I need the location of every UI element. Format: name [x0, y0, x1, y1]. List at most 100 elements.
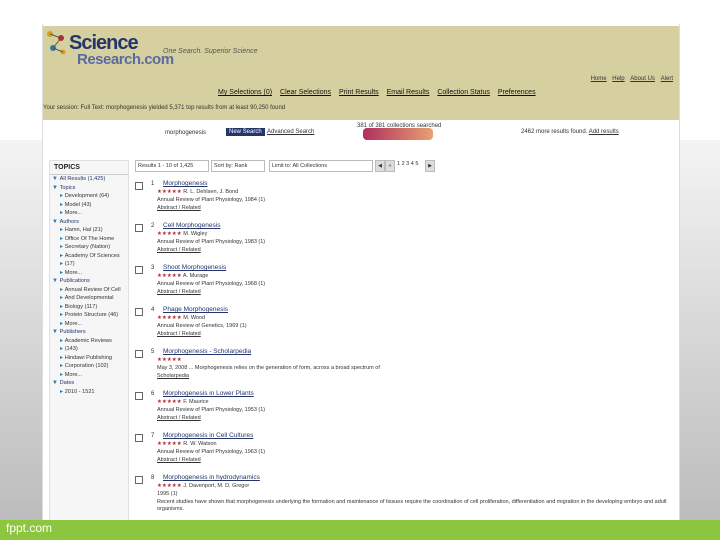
topic-item[interactable]: ▸ More...: [52, 371, 126, 380]
result-details-link[interactable]: Abstract / Related: [157, 289, 201, 295]
new-search-button[interactable]: New Search: [226, 128, 265, 136]
topic-item[interactable]: ▸ Hamn, Hal (21): [52, 226, 126, 235]
topic-item-label: 2010 - 1521: [64, 388, 95, 395]
topic-item[interactable]: ▸ And Developmental: [52, 294, 126, 303]
collection-status-link[interactable]: Collection Status: [437, 89, 490, 96]
result-source: Annual Review of Genetics, 1969 (1): [157, 323, 247, 329]
home-link[interactable]: Home: [591, 76, 607, 82]
results-toolbar: Results 1 - 10 of 1,425 Sort by: Rank Li…: [135, 160, 675, 172]
result-source: 1995 (1): [157, 491, 178, 497]
result-checkbox[interactable]: [135, 434, 143, 442]
topic-item[interactable]: ▸ Hindawi Publishing: [52, 354, 126, 363]
result-checkbox[interactable]: [135, 392, 143, 400]
result-checkbox[interactable]: [135, 308, 143, 316]
result-title-link[interactable]: Morphogenesis in Cell Cultures: [163, 432, 253, 439]
slide-footer-bar: [0, 520, 720, 540]
topic-item-label: (143): [64, 346, 78, 352]
topic-item[interactable]: ▼ All Results (1,425): [52, 175, 126, 184]
result-checkbox[interactable]: [135, 476, 143, 484]
topic-item[interactable]: ▸ Model (43): [52, 201, 126, 210]
result-checkbox[interactable]: [135, 224, 143, 232]
topic-item[interactable]: ▸ Annual Review Of Cell: [52, 286, 126, 295]
result-title-link[interactable]: Morphogenesis in hydrodynamics: [163, 474, 260, 481]
topic-item[interactable]: ▼ Authors: [52, 218, 126, 227]
result-title-link[interactable]: Cell Morphogenesis: [163, 222, 220, 229]
search-query[interactable]: morphogenesis: [165, 130, 206, 136]
topic-item-label: Corporation (102): [64, 363, 109, 369]
rating-stars-icon: ★★★★★: [157, 483, 184, 489]
clear-selections-link[interactable]: Clear Selections: [280, 89, 331, 96]
topic-item[interactable]: ▸ Office Of The Home: [52, 235, 126, 244]
about-link[interactable]: About Us: [630, 76, 655, 82]
advanced-search-link[interactable]: Advanced Search: [267, 129, 314, 135]
result-item: 5 Morphogenesis - Scholarpedia ★★★★★ May 3…: [135, 347, 675, 389]
limit-select[interactable]: Limit to: All Collections: [269, 160, 373, 172]
topic-item[interactable]: ▸ Academic Reviews: [52, 337, 126, 346]
result-checkbox[interactable]: [135, 266, 143, 274]
result-details-link[interactable]: Abstract / Related: [157, 205, 201, 211]
topic-item[interactable]: ▼ Publications: [52, 277, 126, 286]
result-source: Annual Review of Plant Physiology, 1968 …: [157, 281, 266, 287]
expand-triangle-icon: ▼: [52, 278, 60, 284]
result-source: Annual Review of Plant Physiology, 1983 …: [157, 239, 266, 245]
topic-item[interactable]: ▸ Academy Of Sciences: [52, 252, 126, 261]
result-title-link[interactable]: Morphogenesis in Lower Plants: [163, 390, 254, 397]
result-extra-link[interactable]: Scholarpedia: [157, 373, 189, 379]
result-title-link[interactable]: Phage Morphogenesis: [163, 306, 228, 313]
result-number: 5: [151, 349, 155, 355]
result-number: 1: [151, 181, 155, 187]
topic-item[interactable]: ▸ (17): [52, 260, 126, 269]
print-results-link[interactable]: Print Results: [339, 89, 379, 96]
footer-brand: fppt.com: [6, 521, 53, 535]
result-number: 6: [151, 391, 155, 397]
topic-item[interactable]: ▼ Topics: [52, 184, 126, 193]
result-title-link[interactable]: Morphogenesis - Scholarpedia: [163, 348, 251, 355]
result-details-link[interactable]: Abstract / Related: [157, 247, 201, 253]
results-range-select[interactable]: Results 1 - 10 of 1,425: [135, 160, 209, 172]
next-page-button[interactable]: ▶: [425, 160, 435, 172]
result-details-link[interactable]: Abstract / Related: [157, 457, 201, 463]
help-link[interactable]: Help: [612, 76, 624, 82]
topic-item[interactable]: ▸ Development (64): [52, 192, 126, 201]
topic-item[interactable]: ▸ Protein Structure (46): [52, 311, 126, 320]
rating-stars-icon: ★★★★★: [157, 357, 182, 363]
prev-page-button[interactable]: ◀: [375, 160, 385, 172]
search-row: morphogenesis New Search Advanced Search…: [43, 120, 679, 148]
collections-status: 381 of 381 collections searched: [357, 123, 442, 129]
result-number: 7: [151, 433, 155, 439]
result-checkbox[interactable]: [135, 182, 143, 190]
result-author-text: F. Maurice: [183, 399, 209, 405]
result-title-link[interactable]: Shoot Morphogenesis: [163, 264, 226, 271]
topic-item[interactable]: ▼ Publishers: [52, 328, 126, 337]
sort-select[interactable]: Sort by: Rank: [211, 160, 265, 172]
alert-link[interactable]: Alert: [661, 76, 673, 82]
add-results-link[interactable]: Add results: [589, 129, 619, 135]
result-item: 8 Morphogenesis in hydrodynamics ★★★★★ J. …: [135, 473, 675, 515]
result-number: 8: [151, 475, 155, 481]
topic-item[interactable]: ▼ Dates: [52, 379, 126, 388]
result-author: ★★★★★ M. Wigley: [157, 231, 207, 237]
email-results-link[interactable]: Email Results: [387, 89, 430, 96]
result-checkbox[interactable]: [135, 350, 143, 358]
topics-title: TOPICS: [50, 161, 128, 175]
topic-item[interactable]: ▸ Corporation (102): [52, 362, 126, 371]
result-details-link[interactable]: Abstract / Related: [157, 331, 201, 337]
topic-item-label: And Developmental: [64, 295, 114, 301]
result-author: ★★★★★ J. Davenport, M. D. Gregor: [157, 483, 249, 489]
my-selections-link[interactable]: My Selections (0): [218, 89, 272, 96]
topic-item-label: More...: [64, 210, 83, 216]
result-details-link[interactable]: Abstract / Related: [157, 415, 201, 421]
topic-item[interactable]: ▸ Secretary (Nation): [52, 243, 126, 252]
topic-item[interactable]: ▸ (143): [52, 345, 126, 354]
topic-item[interactable]: ▸ 2010 - 1521: [52, 388, 126, 397]
first-page-button[interactable]: «: [385, 160, 395, 172]
topic-item[interactable]: ▸ More...: [52, 269, 126, 278]
nav-links: My Selections (0) Clear Selections Print…: [218, 89, 542, 96]
topic-item[interactable]: ▸ More...: [52, 209, 126, 218]
topic-item[interactable]: ▸ Biology (117): [52, 303, 126, 312]
logo-word-research: Research.com: [77, 51, 174, 68]
preferences-link[interactable]: Preferences: [498, 89, 536, 96]
page-numbers[interactable]: 1 2 3 4 5: [397, 161, 418, 167]
result-title-link[interactable]: Morphogenesis: [163, 180, 207, 187]
topic-item[interactable]: ▸ More...: [52, 320, 126, 329]
